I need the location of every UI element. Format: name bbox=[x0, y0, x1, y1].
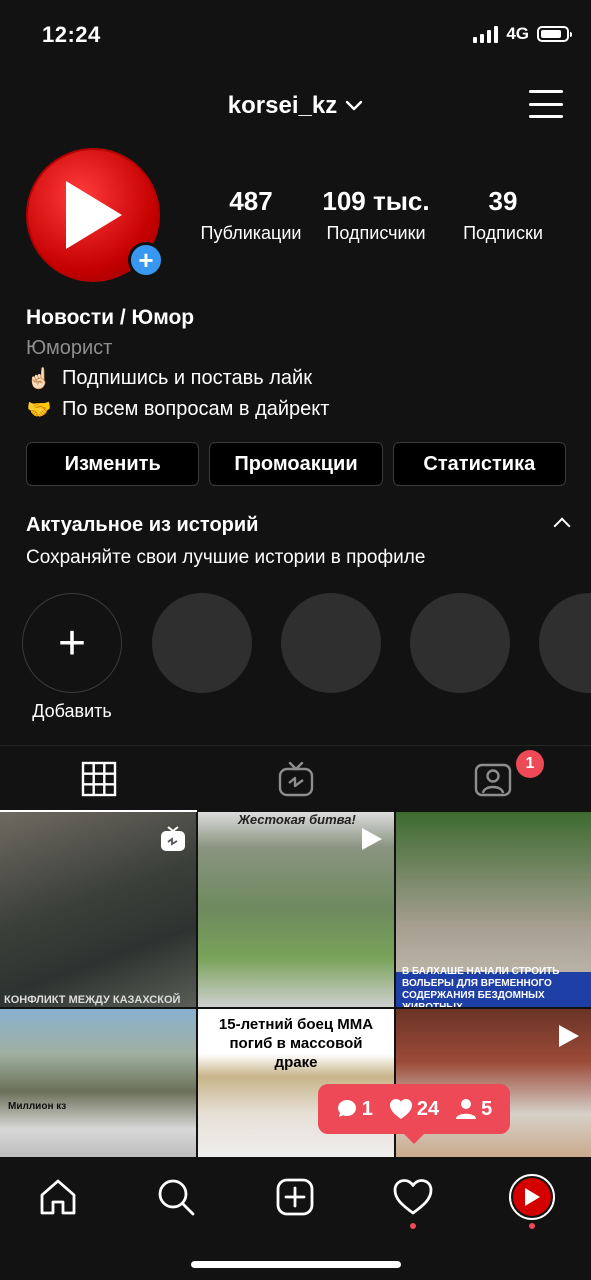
plus-icon: + bbox=[22, 593, 122, 693]
handshake-icon: 🤝 bbox=[26, 399, 52, 421]
comment-icon bbox=[337, 1100, 356, 1117]
menu-icon[interactable] bbox=[529, 90, 563, 118]
nav-home[interactable] bbox=[28, 1167, 88, 1227]
status-bar: 12:24 4G bbox=[0, 0, 591, 72]
comments-count: 1 bbox=[361, 1097, 373, 1120]
igtv-icon bbox=[161, 826, 185, 851]
account-switcher[interactable]: korsei_kz bbox=[0, 92, 591, 120]
add-highlight[interactable]: + Добавить bbox=[22, 593, 122, 722]
edit-profile-button[interactable]: Изменить bbox=[26, 442, 200, 486]
highlight-placeholder bbox=[410, 593, 510, 693]
highlight-placeholder bbox=[539, 593, 591, 693]
post-caption: Миллион кз bbox=[8, 1101, 67, 1112]
bio-text: По всем вопросам в дайрект bbox=[62, 398, 330, 420]
follows-activity: 5 bbox=[455, 1098, 492, 1121]
bottom-nav bbox=[0, 1157, 591, 1280]
grid-post[interactable] bbox=[396, 1009, 591, 1157]
person-icon bbox=[456, 1099, 477, 1119]
profile-avatar[interactable]: + bbox=[26, 148, 164, 284]
likes-count: 24 bbox=[416, 1097, 440, 1120]
chevron-down-icon bbox=[346, 100, 363, 111]
tab-igtv[interactable] bbox=[197, 746, 394, 811]
grid-post[interactable]: Жестокая битва! bbox=[198, 812, 394, 1007]
profile-actions: Изменить Промоакции Статистика bbox=[26, 442, 566, 486]
following-label: Подписки bbox=[463, 223, 543, 243]
search-icon bbox=[158, 1179, 195, 1216]
activity-dot bbox=[410, 1223, 416, 1229]
status-indicators: 4G bbox=[473, 24, 572, 44]
followers-label: Подписчики bbox=[326, 223, 426, 243]
bio-line: ☝🏻 Подпишись и поставь лайк bbox=[26, 366, 566, 391]
grid-icon bbox=[81, 761, 116, 796]
highlights-subtitle: Сохраняйте свои лучшие истории в профиле bbox=[26, 547, 426, 568]
add-highlight-label: Добавить bbox=[32, 701, 112, 721]
play-logo-icon bbox=[66, 181, 122, 249]
play-logo-icon bbox=[525, 1188, 540, 1206]
post-caption: Жестокая битва! bbox=[238, 812, 356, 827]
followers-count: 109 тыс. bbox=[322, 186, 430, 216]
pointing-up-icon: ☝🏻 bbox=[26, 368, 52, 390]
profile-dot bbox=[529, 1223, 535, 1229]
profile-stats: 487 Публикации 109 тыс. Подписчики 39 По… bbox=[188, 186, 568, 244]
category-label: Юморист bbox=[26, 337, 113, 359]
grid-post[interactable]: КОНФЛИКТ МЕЖДУ КАЗАХСКОЙ bbox=[0, 812, 196, 1007]
profile-header: korsei_kz bbox=[0, 80, 591, 132]
signal-icon bbox=[473, 25, 499, 43]
insights-button[interactable]: Статистика bbox=[392, 442, 566, 486]
profile-tabs: 1 bbox=[0, 745, 591, 812]
stat-following[interactable]: 39 Подписки bbox=[438, 186, 568, 244]
nav-search[interactable] bbox=[146, 1167, 206, 1227]
grid-post[interactable]: В БАЛХАШЕ НАЧАЛИ СТРОИТЬ ВОЛЬЕРЫ ДЛЯ ВРЕ… bbox=[396, 812, 591, 1007]
battery-icon bbox=[537, 26, 572, 42]
post-caption: 15-летний боец ММА погиб в массовой драк… bbox=[218, 1016, 374, 1071]
home-icon bbox=[40, 1179, 76, 1215]
post-caption: В БАЛХАШЕ НАЧАЛИ СТРОИТЬ ВОЛЬЕРЫ ДЛЯ ВРЕ… bbox=[402, 966, 560, 1007]
nav-create[interactable] bbox=[265, 1167, 325, 1227]
comments-activity: 1 bbox=[336, 1098, 373, 1121]
post-caption: КОНФЛИКТ МЕЖДУ КАЗАХСКОЙ bbox=[4, 994, 181, 1006]
tab-tagged[interactable]: 1 bbox=[394, 746, 591, 811]
video-play-icon bbox=[362, 828, 382, 850]
promotions-button[interactable]: Промоакции bbox=[209, 442, 383, 486]
grid-post[interactable]: 15-летний боец ММА погиб в массовой драк… bbox=[198, 1009, 394, 1157]
following-count: 39 bbox=[488, 186, 518, 216]
tab-grid[interactable] bbox=[0, 746, 197, 812]
activity-popup[interactable]: 1 24 5 bbox=[318, 1084, 510, 1144]
grid-post[interactable]: Миллион кз bbox=[0, 1009, 196, 1157]
stat-followers[interactable]: 109 тыс. Подписчики bbox=[314, 186, 438, 244]
highlights-header: Актуальное из историй Сохраняйте свои лу… bbox=[26, 514, 572, 569]
home-indicator bbox=[191, 1261, 401, 1268]
profile-bio: Новости / Юмор Юморист ☝🏻 Подпишись и по… bbox=[26, 306, 566, 422]
highlights-title: Актуальное из историй bbox=[26, 514, 259, 536]
tagged-notification-badge: 1 bbox=[516, 750, 544, 778]
likes-activity: 24 bbox=[389, 1098, 439, 1121]
video-play-icon bbox=[559, 1025, 579, 1047]
highlight-placeholder bbox=[152, 593, 252, 693]
igtv-icon bbox=[278, 761, 313, 796]
nav-activity[interactable] bbox=[383, 1167, 443, 1229]
posts-count: 487 bbox=[229, 186, 273, 216]
tagged-icon bbox=[474, 763, 511, 796]
posts-label: Публикации bbox=[200, 223, 302, 243]
bio-line: 🤝 По всем вопросам в дайрект bbox=[26, 397, 566, 422]
username: korsei_kz bbox=[227, 92, 338, 119]
bio-text: Подпишись и поставь лайк bbox=[62, 367, 312, 389]
stat-posts[interactable]: 487 Публикации bbox=[188, 186, 314, 244]
highlight-placeholder bbox=[281, 593, 381, 693]
profile-avatar-small bbox=[509, 1174, 555, 1220]
heart-outline-icon bbox=[393, 1179, 433, 1215]
add-story-icon[interactable]: + bbox=[128, 242, 164, 278]
network-label: 4G bbox=[506, 24, 529, 43]
heart-icon bbox=[389, 1099, 412, 1119]
add-post-icon bbox=[276, 1178, 314, 1216]
highlights-row: + Добавить bbox=[22, 593, 591, 733]
display-name: Новости / Юмор bbox=[26, 306, 195, 329]
follows-count: 5 bbox=[481, 1097, 493, 1120]
nav-profile[interactable] bbox=[502, 1167, 562, 1229]
status-time: 12:24 bbox=[42, 22, 101, 47]
